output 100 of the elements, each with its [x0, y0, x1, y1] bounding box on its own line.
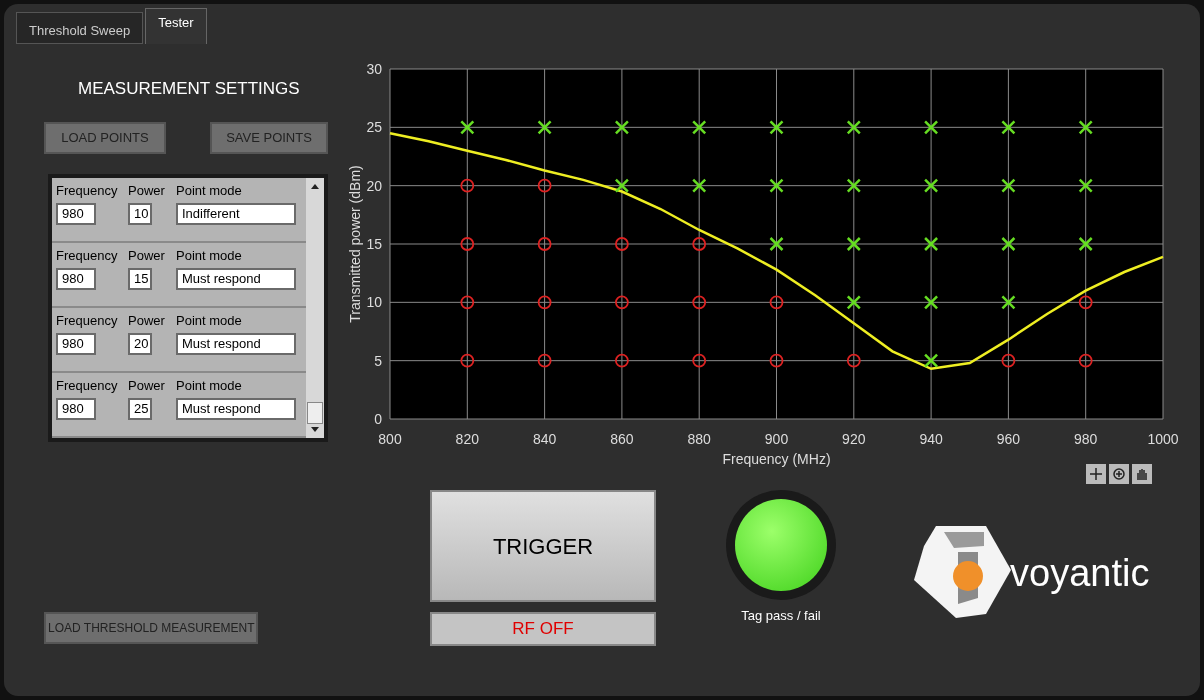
pass-marker — [460, 120, 475, 135]
y-tick-label: 10 — [366, 294, 382, 311]
power-field[interactable]: 15 — [128, 268, 152, 290]
x-tick-label: 920 — [842, 431, 866, 447]
pass-marker — [1078, 120, 1093, 135]
fail-marker — [537, 353, 552, 368]
field-label: Power — [128, 246, 166, 265]
x-tick-label: 1000 — [1147, 431, 1179, 447]
field-label: Point mode — [176, 246, 242, 265]
fail-marker — [460, 295, 475, 310]
logo-text: voyantic — [1010, 550, 1150, 596]
x-tick-label: 960 — [996, 431, 1021, 447]
x-tick-label: 980 — [1074, 431, 1098, 447]
scrollbar[interactable] — [306, 177, 324, 438]
frequency-field[interactable]: 980 — [56, 398, 96, 420]
fail-marker — [537, 237, 552, 251]
pass-marker — [923, 295, 939, 310]
pass-marker — [1001, 295, 1016, 310]
rf-status-indicator: RF OFF — [430, 612, 656, 646]
fail-marker — [692, 353, 707, 368]
fail-marker — [692, 237, 707, 251]
zoom-icon[interactable] — [1109, 464, 1129, 484]
tab[interactable]: Threshold Sweep — [16, 12, 144, 44]
pass-marker — [1078, 236, 1093, 252]
pass-marker — [691, 120, 707, 135]
pass-marker — [846, 295, 862, 310]
pass-marker — [923, 178, 939, 193]
tab[interactable]: Tester — [145, 8, 207, 44]
x-tick-label: 940 — [919, 431, 943, 447]
fail-marker — [615, 295, 629, 310]
frequency-field[interactable]: 980 — [56, 203, 96, 225]
pass-marker — [846, 178, 862, 193]
fail-marker — [769, 353, 784, 368]
y-axis-label: Transmitted power (dBm) — [347, 165, 363, 323]
pass-marker — [1001, 120, 1016, 135]
y-tick-label: 20 — [366, 177, 382, 194]
x-tick-label: 900 — [764, 431, 789, 447]
frequency-field[interactable]: 980 — [56, 333, 96, 355]
pass-marker — [769, 178, 784, 193]
x-tick-label: 820 — [455, 431, 479, 447]
field-label: Power — [128, 181, 166, 200]
pass-marker — [1078, 178, 1093, 193]
pass-marker — [691, 178, 707, 193]
point-mode-field[interactable]: Must respond — [176, 268, 296, 290]
fail-marker — [1078, 295, 1093, 310]
field-label: Frequency — [56, 246, 119, 265]
fail-marker — [460, 353, 475, 368]
fail-marker — [537, 295, 552, 310]
y-tick-label: 15 — [366, 236, 382, 252]
y-tick-label: 0 — [374, 411, 382, 427]
frequency-field[interactable]: 980 — [56, 268, 96, 290]
pass-marker — [537, 120, 552, 135]
field-label: Point mode — [176, 311, 242, 330]
pass-marker — [923, 353, 939, 368]
led-label: Tag pass / fail — [741, 607, 821, 625]
point-mode-field[interactable]: Must respond — [176, 398, 296, 420]
pass-marker — [923, 236, 939, 252]
fail-marker — [615, 237, 629, 251]
field-label: Power — [128, 376, 166, 395]
pass-marker — [846, 236, 862, 252]
field-label: Point mode — [176, 181, 242, 200]
power-field[interactable]: 25 — [128, 398, 152, 420]
point-mode-field[interactable]: Indifferent — [176, 203, 296, 225]
fail-marker — [1001, 353, 1016, 368]
scroll-thumb[interactable] — [307, 401, 323, 424]
x-axis-label: Frequency (MHz) — [722, 451, 831, 467]
trigger-button[interactable]: TRIGGER — [430, 490, 656, 602]
field-label: Power — [128, 311, 166, 330]
pass-marker — [614, 120, 630, 135]
pass-marker — [769, 120, 784, 135]
fail-marker — [1078, 353, 1093, 368]
y-tick-label: 5 — [374, 352, 382, 369]
fail-marker — [460, 237, 475, 251]
fail-marker — [460, 178, 475, 193]
y-tick-label: 25 — [366, 119, 382, 136]
pass-marker — [923, 120, 939, 135]
power-field[interactable]: 10 — [128, 203, 152, 225]
field-label: Frequency — [56, 376, 119, 395]
power-field[interactable]: 20 — [128, 333, 152, 355]
x-tick-label: 800 — [378, 431, 402, 447]
x-tick-label: 880 — [687, 431, 711, 447]
pass-marker — [1001, 236, 1016, 252]
field-label: Point mode — [176, 376, 242, 395]
fail-marker — [537, 178, 552, 193]
fail-marker — [692, 295, 707, 310]
section-title: MEASUREMENT SETTINGS — [78, 78, 300, 100]
point-mode-field[interactable]: Must respond — [176, 333, 296, 355]
pass-marker — [846, 120, 862, 135]
fail-marker — [615, 353, 629, 368]
cursor-icon[interactable] — [1086, 464, 1106, 484]
fail-marker — [846, 353, 861, 368]
pass-marker — [614, 178, 630, 193]
pass-marker — [1001, 178, 1016, 193]
pass-marker — [769, 236, 784, 252]
y-tick-label: 30 — [366, 61, 382, 77]
fail-marker — [769, 295, 784, 310]
x-tick-label: 860 — [610, 431, 634, 447]
field-label: Frequency — [56, 311, 119, 330]
x-tick-label: 840 — [532, 431, 557, 447]
field-label: Frequency — [56, 181, 119, 200]
